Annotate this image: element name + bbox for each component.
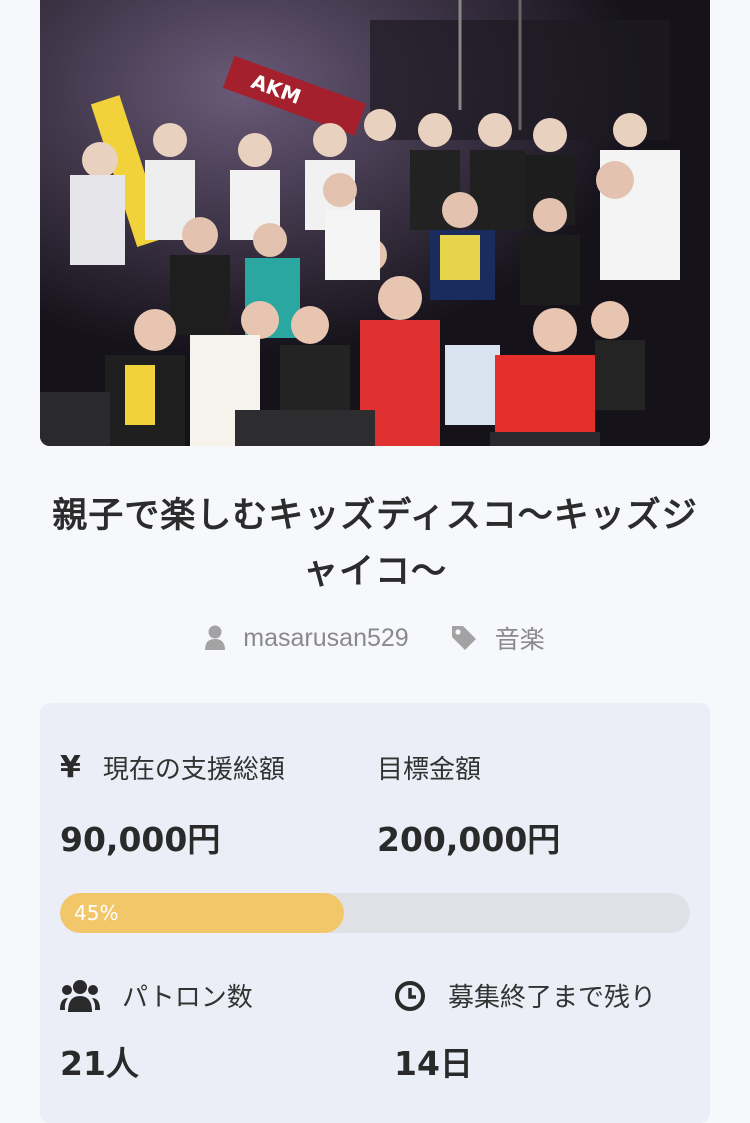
remaining-value: 14日	[394, 1044, 473, 1083]
project-title: 親子で楽しむキッズディスコ〜キッズジャイコ〜	[52, 496, 698, 592]
funding-progress-fill: 45%	[60, 893, 344, 933]
target-amount-label: 目標金額	[377, 755, 482, 785]
patrons-label-row: パトロン数	[60, 977, 253, 1014]
category-name: 音楽	[494, 626, 545, 654]
owner-link[interactable]: masarusan529	[205, 623, 409, 653]
current-amount-value: 90,000円	[60, 820, 221, 859]
target-amount-label-row: 目標金額	[377, 749, 481, 786]
tag-icon	[451, 625, 477, 651]
owner-name: masarusan529	[243, 623, 409, 652]
progress-percent-label: 45%	[74, 901, 119, 925]
category-link[interactable]: 音楽	[451, 620, 545, 656]
user-icon	[205, 625, 226, 651]
funding-progress-bar: 45%	[60, 893, 690, 933]
project-meta: masarusan529 音楽	[0, 620, 750, 656]
current-amount-label: 現在の支援総額	[102, 755, 285, 785]
funding-stats-card: ¥ 現在の支援総額 目標金額 90,000円 200,000円 45% パトロン…	[40, 703, 710, 1123]
project-hero-photo: AKM	[40, 0, 710, 446]
users-icon	[60, 979, 100, 1013]
clock-icon	[394, 980, 426, 1012]
patrons-label: パトロン数	[122, 983, 253, 1013]
current-amount-label-row: ¥ 現在の支援総額	[60, 749, 285, 786]
remaining-label-row: 募集終了まで残り	[394, 977, 656, 1014]
target-amount-value: 200,000円	[377, 820, 561, 859]
yen-icon: ¥	[60, 750, 81, 785]
remaining-label: 募集終了まで残り	[448, 983, 657, 1013]
patrons-value: 21人	[60, 1044, 139, 1083]
